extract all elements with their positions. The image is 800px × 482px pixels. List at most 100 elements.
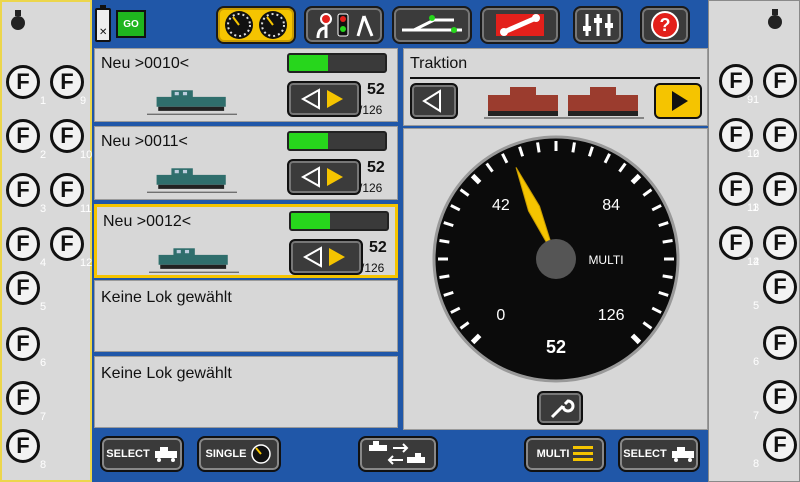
select-right-button[interactable]: SELECT (618, 436, 700, 472)
traction-loco-images (484, 87, 644, 119)
signal-switch-icon (316, 13, 374, 39)
traction-right-button[interactable] (654, 83, 702, 119)
traction-title: Traktion (410, 55, 468, 72)
arrow-left-icon (422, 89, 441, 113)
function-number: 2 (753, 148, 760, 160)
track-layout-button[interactable] (392, 6, 472, 44)
function-button-left-10[interactable]: F (6, 327, 40, 361)
direction-button[interactable] (287, 159, 361, 195)
loco-max-speed: /126 (359, 181, 383, 195)
speedometer-panel: 0 42 84 126 MULTI 52 (403, 128, 708, 430)
select-right-label: SELECT (623, 448, 667, 460)
track-icon (402, 15, 462, 33)
loco-slot[interactable]: Neu >0010< 52 /126 (94, 48, 398, 122)
loco-slot[interactable]: Neu >0011< 52 /126 (94, 126, 398, 200)
function-button-left-4[interactable]: F (50, 119, 84, 153)
gauge-hub (536, 239, 576, 279)
single-button[interactable]: SINGLE (197, 436, 281, 472)
function-number: 1 (753, 94, 760, 106)
function-button-right-10[interactable]: F (763, 326, 797, 360)
traction-left-button[interactable] (410, 83, 458, 119)
function-button-right-12[interactable]: F (763, 428, 797, 462)
loco-icon (671, 447, 694, 462)
gauge-settings-button[interactable] (537, 391, 583, 425)
function-button-left-1[interactable]: F (6, 65, 40, 99)
function-number: 3 (753, 202, 760, 214)
direction-button[interactable] (287, 81, 361, 117)
keyboard-signals-button[interactable] (304, 6, 384, 44)
function-number: 3 (40, 203, 47, 215)
function-button-right-4[interactable]: F (763, 118, 797, 152)
function-number: 12 (80, 257, 93, 269)
function-button-left-6[interactable]: F (50, 173, 84, 207)
loco-name: Neu >0010< (101, 55, 190, 72)
function-button-right-5[interactable]: F (719, 172, 753, 206)
select-left-button[interactable]: SELECT (100, 436, 184, 472)
function-button-left-12[interactable]: F (6, 429, 40, 463)
function-number: 4 (753, 256, 760, 268)
loco-max-speed: /126 (359, 103, 383, 117)
loco-name: Neu >0011< (101, 133, 188, 150)
system-settings-button[interactable] (573, 6, 623, 44)
gauge-tick-label: 42 (492, 197, 510, 214)
function-number: 11 (80, 203, 92, 215)
function-number: 1 (40, 95, 47, 107)
function-button-right-2[interactable]: F (763, 64, 797, 98)
direction-button[interactable] (289, 239, 363, 275)
multi-button[interactable]: MULTI (524, 436, 606, 472)
function-button-right-1[interactable]: F (719, 64, 753, 98)
speed-bar-fill (291, 213, 331, 229)
speed-bar-fill (289, 55, 329, 71)
gauge-tick-label: 0 (496, 307, 505, 324)
app-root: F 1 F 9 F 2 F 10 F 3 F 11 F 4 F 12 F 5 F 6 F 7 F 8 F 9 F 1 F 10 F 2 F 11… (0, 0, 800, 482)
function-button-right-9[interactable]: F (763, 270, 797, 304)
lamp-icon (11, 10, 25, 30)
function-button-right-6[interactable]: F (763, 172, 797, 206)
help-button[interactable]: ? (640, 6, 690, 44)
function-number: 4 (40, 257, 47, 269)
function-button-right-11[interactable]: F (763, 380, 797, 414)
gauge-tick (536, 142, 541, 153)
go-label: GO (123, 18, 139, 30)
function-button-left-2[interactable]: F (50, 65, 84, 99)
swap-locos-button[interactable] (358, 436, 438, 472)
traction-divider (410, 77, 700, 79)
help-icon: ? (651, 11, 679, 39)
speed-bar (287, 53, 387, 73)
go-button[interactable]: GO (116, 10, 146, 38)
controller-view-button[interactable] (216, 6, 296, 44)
function-button-left-9[interactable]: F (6, 271, 40, 305)
single-label: SINGLE (205, 448, 247, 460)
loco-image (147, 90, 237, 115)
loco-icon (154, 447, 177, 462)
loco-speed: 52 (367, 81, 385, 98)
speedometer[interactable]: 0 42 84 126 MULTI 52 (404, 129, 709, 389)
function-number: 9 (80, 95, 87, 107)
speed-bar (287, 131, 387, 151)
swap-icon (369, 441, 425, 465)
function-number: 7 (753, 410, 760, 422)
function-button-left-11[interactable]: F (6, 381, 40, 415)
empty-loco-slot[interactable]: Keine Lok gewählt (94, 356, 398, 428)
gauge-tick (662, 239, 673, 244)
function-button-left-5[interactable]: F (6, 173, 40, 207)
loco-wrench-icon (496, 14, 544, 36)
loco-settings-button[interactable] (480, 6, 560, 44)
function-button-left-7[interactable]: F (6, 227, 40, 261)
multi-label: MULTI (536, 448, 570, 460)
gauge-tick (571, 142, 576, 153)
function-number: 10 (80, 149, 93, 161)
function-number: 8 (753, 458, 760, 470)
right-function-panel: F 9 F 1 F 10 F 2 F 11 F 3 F 12 F 4 F 5 F 6 F 7 F 8 (708, 0, 800, 482)
function-button-right-8[interactable]: F (763, 226, 797, 260)
function-button-left-8[interactable]: F (50, 227, 84, 261)
function-button-right-3[interactable]: F (719, 118, 753, 152)
function-button-right-7[interactable]: F (719, 226, 753, 260)
function-number: 5 (753, 300, 760, 312)
loco-slot[interactable]: Neu >0012< 52 /126 (94, 204, 398, 278)
empty-loco-slot[interactable]: Keine Lok gewählt (94, 280, 398, 352)
function-button-left-3[interactable]: F (6, 119, 40, 153)
loco-speed: 52 (367, 159, 385, 176)
gauge-tick (439, 274, 450, 279)
left-function-panel: F 1 F 9 F 2 F 10 F 3 F 11 F 4 F 12 F 5 F 6 F 7 F 8 (0, 0, 92, 482)
